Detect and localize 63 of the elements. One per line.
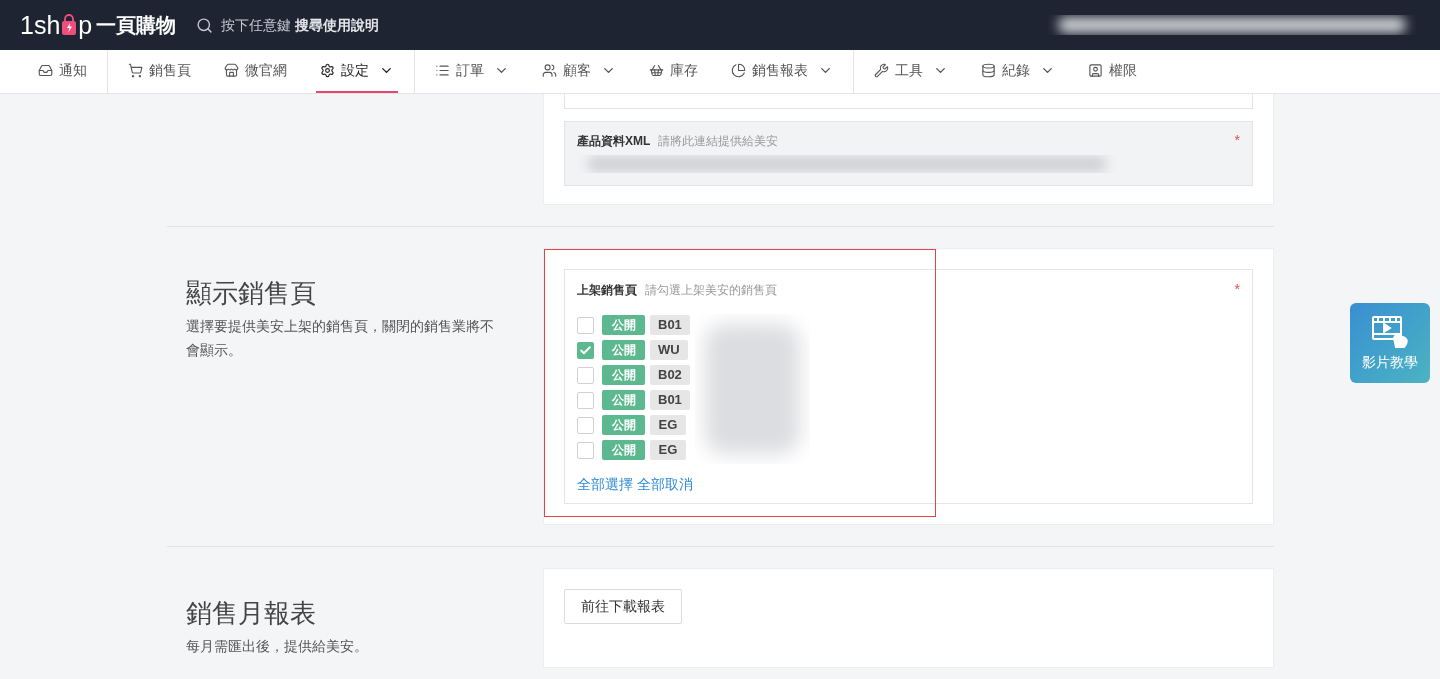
section-title: 顯示銷售頁 [186, 277, 317, 310]
wrench-icon [874, 63, 889, 78]
checkbox[interactable] [577, 316, 594, 334]
search-label: 搜尋使用說明 [295, 15, 380, 35]
nav-tab[interactable]: 銷售報表 [727, 50, 837, 93]
section-title: 銷售月報表 [186, 597, 317, 630]
section-description: 每月需匯出後，提供給美安。 [186, 637, 369, 656]
checkbox[interactable] [577, 416, 594, 434]
id-badge-icon [1088, 63, 1103, 78]
nav-tab[interactable]: 訂單 [431, 50, 513, 93]
status-tag: 公開 [602, 390, 645, 410]
download-report-button[interactable]: 前往下載報表 [564, 589, 682, 624]
checkbox[interactable] [577, 341, 594, 359]
checkbox[interactable] [577, 441, 594, 459]
required-mark: * [1234, 280, 1240, 299]
nav-tab[interactable]: 銷售頁 [124, 50, 195, 93]
status-tag: 公開 [602, 415, 645, 435]
cart-icon [128, 63, 143, 78]
help-search-button[interactable]: 按下任意鍵 搜尋使用說明 [196, 14, 380, 36]
page-code-tag: B01 [650, 390, 690, 410]
basket-icon [649, 63, 664, 78]
logo-text: p [78, 12, 93, 38]
page-code-tag: WU [650, 340, 688, 360]
deselect-all-link[interactable]: 全部取消 [637, 474, 693, 495]
nav-tab[interactable]: 庫存 [645, 50, 702, 93]
field-hint: 請將此連結提供給美安 [658, 132, 779, 150]
inbox-icon [38, 63, 53, 78]
search-hint: 按下任意鍵 [221, 15, 292, 35]
xml-link-field[interactable]: 產品資料XML 請將此連結提供給美安 * [564, 121, 1253, 186]
page-code-tag: EG [650, 440, 686, 460]
required-mark: * [1234, 131, 1240, 150]
checkbox[interactable] [577, 391, 594, 409]
nav-tab[interactable]: 通知 [34, 50, 91, 93]
section-description: 選擇要提供美安上架的銷售頁，關閉的銷售業將不會顯示。 [186, 317, 495, 360]
search-icon [196, 16, 214, 34]
select-all-link[interactable]: 全部選擇 [577, 474, 633, 495]
nav-tab[interactable]: 權限 [1084, 50, 1141, 93]
status-tag: 公開 [602, 315, 645, 335]
list-icon [435, 63, 450, 78]
status-tag: 公開 [602, 440, 645, 460]
checkbox[interactable] [577, 366, 594, 384]
check-icon [579, 343, 592, 357]
status-tag: 公開 [602, 365, 645, 385]
pie-chart-icon [731, 63, 746, 78]
video-touch-icon [1370, 313, 1410, 348]
field-label: 上架銷售頁 [577, 281, 637, 299]
nav-tab[interactable]: 設定 [316, 50, 398, 93]
nav-tab[interactable]: 紀錄 [977, 50, 1059, 93]
page-code-tag: B02 [650, 365, 690, 385]
page-code-tag: EG [650, 415, 686, 435]
users-icon [542, 63, 557, 78]
logo-text: 1sh [20, 12, 61, 38]
status-tag: 公開 [602, 340, 645, 360]
field-label: 產品資料XML [577, 132, 651, 150]
nav-tab[interactable]: 微官網 [220, 50, 291, 93]
nav-tab[interactable]: 工具 [870, 50, 952, 93]
settings-icon [320, 63, 335, 78]
store-icon [224, 63, 239, 78]
database-icon [981, 63, 996, 78]
page-code-tag: B01 [650, 315, 690, 335]
brand-name: 一頁購物 [96, 13, 177, 38]
field-hint: 請勾選上架美安的銷售頁 [645, 281, 777, 299]
nav-tab[interactable]: 顧客 [538, 50, 620, 93]
